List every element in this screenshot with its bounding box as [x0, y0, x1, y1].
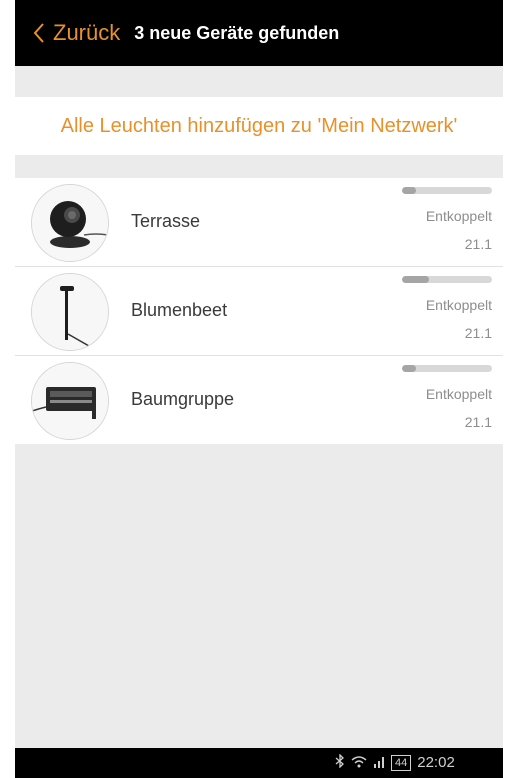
- page-title: 3 neue Geräte gefunden: [134, 22, 340, 43]
- device-row-blumenbeet[interactable]: Blumenbeet Entkoppelt 21.1: [15, 267, 503, 356]
- signal-bar: [402, 187, 492, 194]
- device-list: Terrasse Entkoppelt 21.1 Blumenbeet Entk…: [15, 178, 503, 444]
- floodlight-icon: [31, 362, 109, 440]
- back-label: Zurück: [53, 20, 121, 45]
- wifi-icon: [351, 755, 367, 771]
- device-version: 21.1: [464, 325, 492, 341]
- device-status: Entkoppelt: [425, 386, 492, 402]
- device-version: 21.1: [464, 236, 492, 252]
- signal-strength-icon: [373, 755, 385, 771]
- device-row-terrasse[interactable]: Terrasse Entkoppelt 21.1: [15, 178, 503, 267]
- system-status-bar: 44 22:02: [15, 748, 503, 778]
- chevron-left-icon: [33, 22, 45, 44]
- device-status: Entkoppelt: [425, 297, 492, 313]
- signal-bar: [402, 276, 492, 283]
- app-screen: Zurück 3 neue Geräte gefunden Alle Leuch…: [15, 0, 503, 778]
- add-all-lights-button[interactable]: Alle Leuchten hinzufügen zu 'Mein Netzwe…: [15, 97, 503, 155]
- device-status: Entkoppelt: [425, 208, 492, 224]
- header-bar: Zurück 3 neue Geräte gefunden: [15, 0, 503, 66]
- signal-bar-fill: [402, 365, 416, 372]
- device-name: Baumgruppe: [131, 389, 235, 409]
- stake-light-icon: [31, 273, 109, 351]
- spotlight-icon: [31, 184, 109, 262]
- signal-bar-fill: [402, 187, 416, 194]
- device-name: Terrasse: [131, 211, 201, 231]
- battery-icon: 44: [391, 754, 412, 771]
- clock: 22:02: [417, 754, 455, 771]
- device-name: Blumenbeet: [131, 300, 228, 320]
- signal-bar: [402, 365, 492, 372]
- status-icons: 44 22:02: [335, 753, 455, 771]
- device-version: 21.1: [464, 414, 492, 430]
- bluetooth-icon: [335, 753, 345, 771]
- signal-bar-fill: [402, 276, 429, 283]
- device-row-baumgruppe[interactable]: Baumgruppe Entkoppelt 21.1: [15, 356, 503, 444]
- back-button[interactable]: Zurück: [33, 20, 120, 46]
